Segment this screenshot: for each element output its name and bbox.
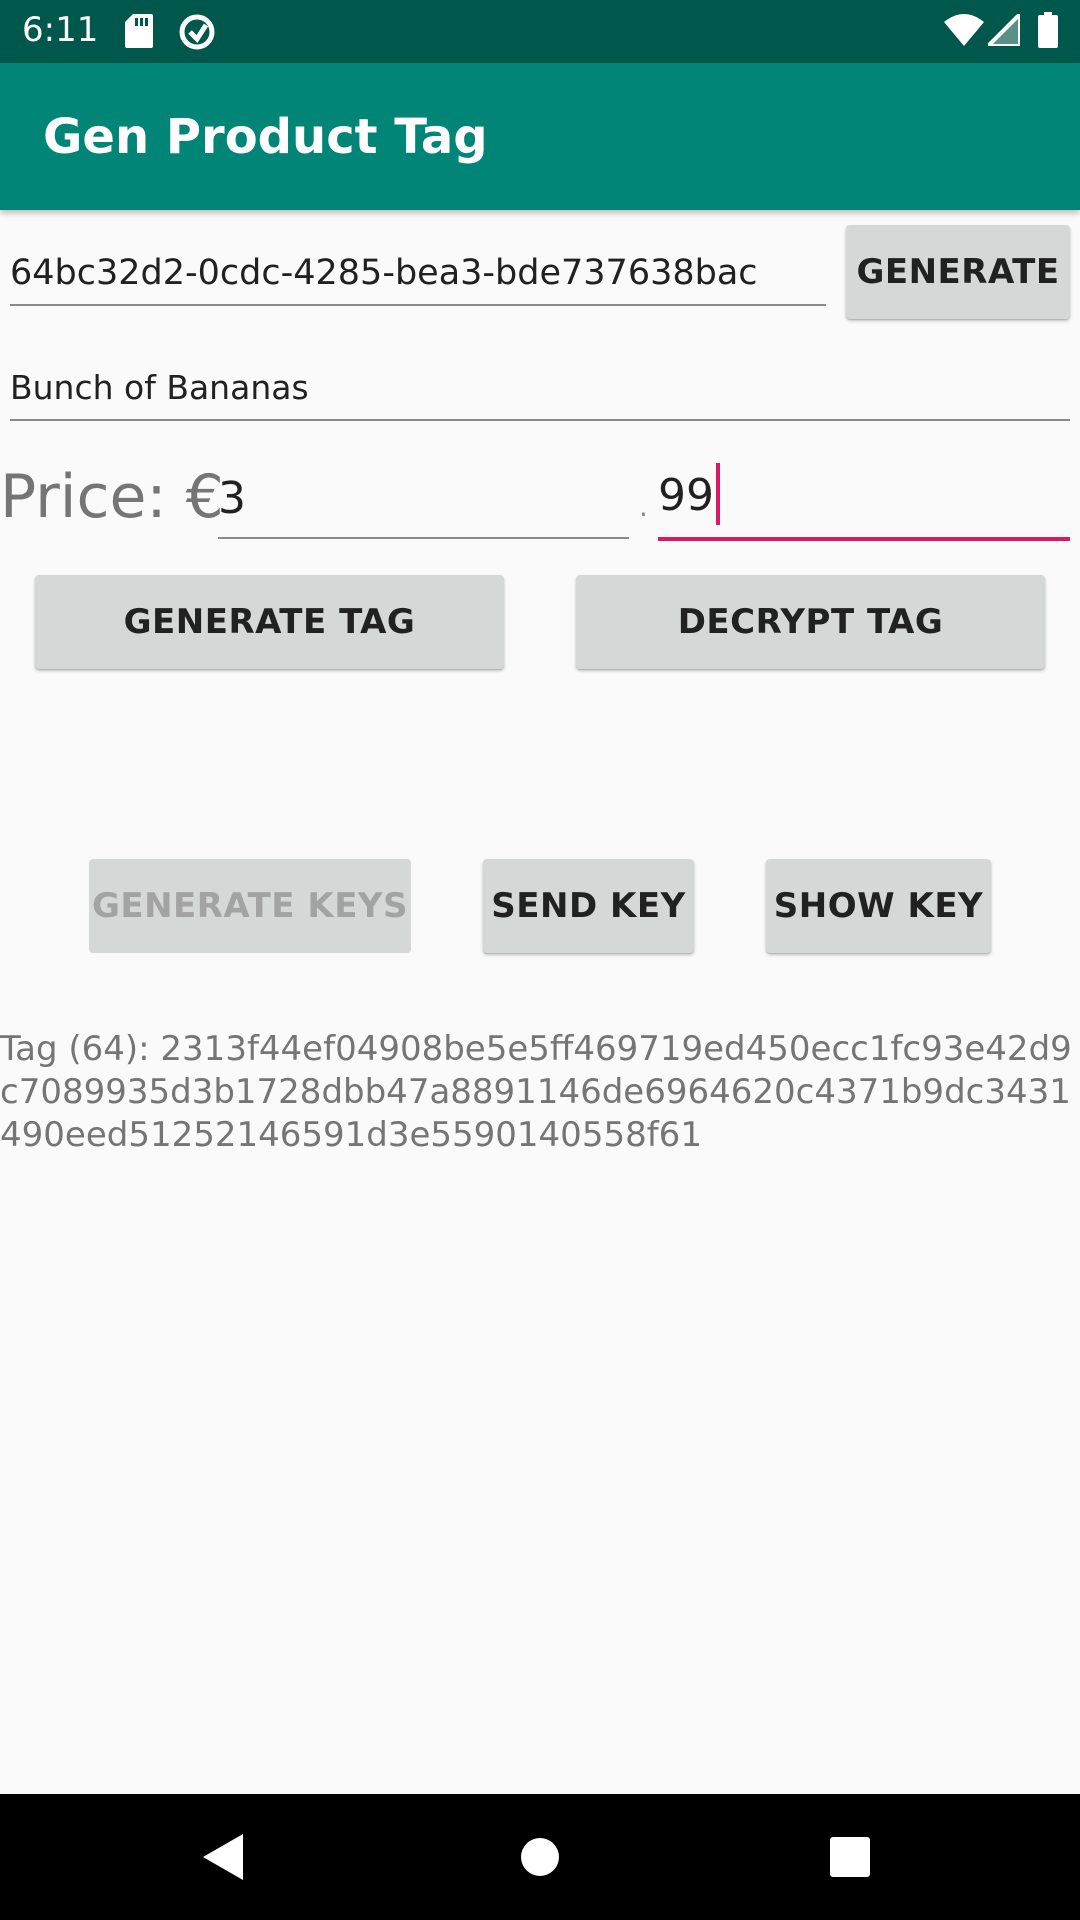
show-key-button[interactable]: SHOW KEY <box>766 859 991 953</box>
decimal-separator: . <box>639 490 648 523</box>
navigation-bar <box>0 1794 1080 1920</box>
generate-tag-button[interactable]: GENERATE TAG <box>35 575 504 669</box>
sync-icon <box>179 14 215 50</box>
status-bar: 6:11 <box>0 0 1080 63</box>
price-cents-field[interactable]: 99 <box>658 463 1070 541</box>
tag-output: Tag (64): 2313f44ef04908be5e5ff469719ed4… <box>0 1029 1072 1155</box>
status-time: 6:11 <box>22 10 99 50</box>
product-name-field[interactable]: Bunch of Bananas <box>10 355 1070 421</box>
price-label: Price: € <box>0 462 224 532</box>
home-button[interactable] <box>480 1794 600 1920</box>
price-cents-text: 99 <box>658 470 714 521</box>
price-whole-value: 3 <box>218 473 246 524</box>
signal-icon <box>988 14 1020 46</box>
recents-button[interactable] <box>790 1794 910 1920</box>
send-key-button[interactable]: SEND KEY <box>483 859 694 953</box>
product-id-field[interactable]: 64bc32d2-0cdc-4285-bea3-bde737638bac <box>10 240 826 306</box>
generate-keys-button[interactable]: GENERATE KEYS <box>89 859 411 953</box>
generate-button[interactable]: GENERATE <box>846 225 1070 319</box>
product-id-value: 64bc32d2-0cdc-4285-bea3-bde737638bac <box>10 253 758 293</box>
price-whole-field[interactable]: 3 <box>218 465 629 539</box>
text-cursor <box>716 463 720 525</box>
battery-icon <box>1038 12 1058 48</box>
home-icon <box>521 1838 559 1876</box>
decrypt-tag-button[interactable]: DECRYPT TAG <box>576 575 1045 669</box>
back-button[interactable] <box>165 1794 285 1920</box>
app-title: Gen Product Tag <box>43 109 488 165</box>
wifi-icon <box>944 14 984 46</box>
app-bar: Gen Product Tag <box>0 63 1080 210</box>
recents-icon <box>830 1837 870 1877</box>
sd-card-icon <box>125 14 153 48</box>
price-cents-value: 99 <box>658 463 720 529</box>
product-name-value: Bunch of Bananas <box>10 368 309 407</box>
back-icon <box>203 1834 243 1880</box>
